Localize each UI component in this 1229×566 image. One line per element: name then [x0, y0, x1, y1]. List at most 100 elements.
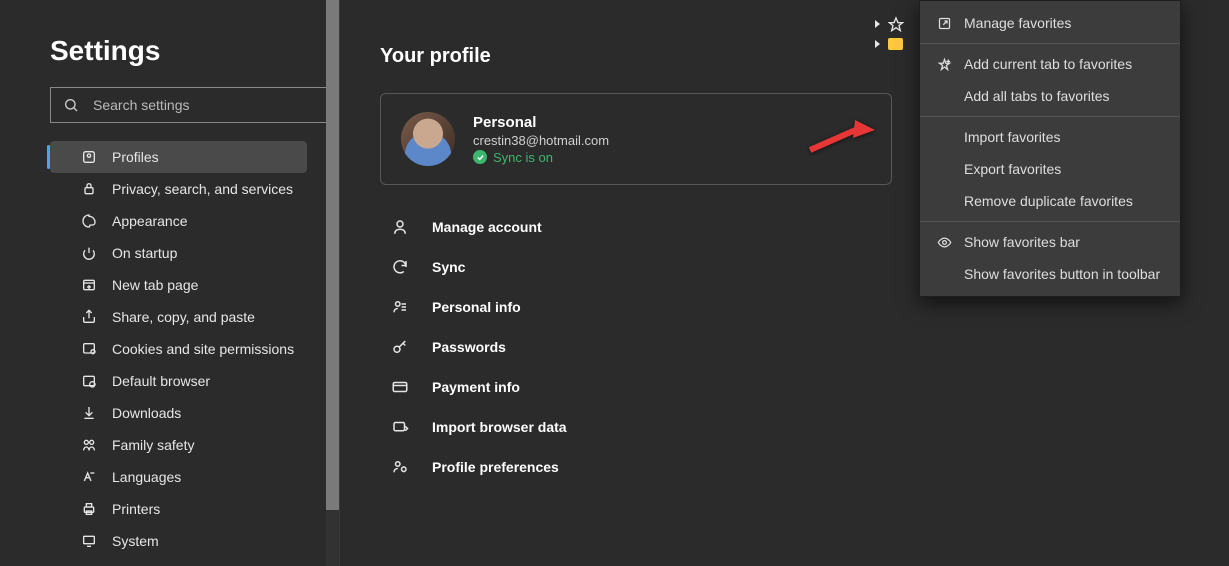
personal-info-icon: [390, 297, 410, 317]
prefs-icon: [390, 457, 410, 477]
appearance-icon: [80, 212, 98, 230]
sidebar-item-label: Appearance: [112, 213, 188, 229]
menu-separator: [920, 116, 1180, 117]
menu-add-current[interactable]: Add current tab to favorites: [920, 48, 1180, 80]
profile-icon: [80, 148, 98, 166]
newtab-icon: [80, 276, 98, 294]
sidebar-item-label: Cookies and site permissions: [112, 341, 294, 357]
open-icon: [934, 16, 954, 31]
app-root: Settings Profiles Privacy, search, and s…: [0, 0, 1229, 566]
star-plus-icon: [934, 57, 954, 72]
option-label: Payment info: [432, 379, 520, 395]
sidebar-item-newtab[interactable]: New tab page: [50, 269, 307, 301]
sidebar-item-reset[interactable]: Reset settings: [50, 557, 307, 566]
caret-right-icon: [875, 40, 880, 48]
profile-name: Personal: [473, 114, 609, 131]
menu-label: Export favorites: [964, 161, 1061, 177]
menu-show-button[interactable]: Show favorites button in toolbar: [920, 258, 1180, 290]
sidebar-item-downloads[interactable]: Downloads: [50, 397, 307, 429]
sidebar-item-profiles[interactable]: Profiles: [50, 141, 307, 173]
menu-show-bar[interactable]: Show favorites bar: [920, 226, 1180, 258]
cookies-icon: [80, 340, 98, 358]
star-icon: [888, 16, 904, 32]
menu-manage-favorites[interactable]: Manage favorites: [920, 7, 1180, 39]
sidebar-item-label: System: [112, 533, 159, 549]
sidebar-item-printers[interactable]: Printers: [50, 493, 307, 525]
folder-icon: [888, 38, 903, 50]
sidebar-item-label: Family safety: [112, 437, 194, 453]
page-title: Settings: [50, 35, 319, 67]
sidebar-scrollbar[interactable]: [326, 0, 339, 566]
account-icon: [390, 217, 410, 237]
scrollbar-thumb[interactable]: [326, 0, 339, 510]
menu-remove-duplicates[interactable]: Remove duplicate favorites: [920, 185, 1180, 217]
sidebar-item-label: Share, copy, and paste: [112, 309, 255, 325]
lock-icon: [80, 180, 98, 198]
sidebar-item-label: Default browser: [112, 373, 210, 389]
sidebar-item-system[interactable]: System: [50, 525, 307, 557]
import-icon: [390, 417, 410, 437]
sidebar-item-appearance[interactable]: Appearance: [50, 205, 307, 237]
menu-export-favorites[interactable]: Export favorites: [920, 153, 1180, 185]
menu-label: Add current tab to favorites: [964, 56, 1132, 72]
option-label: Personal info: [432, 299, 521, 315]
printer-icon: [80, 500, 98, 518]
sidebar-item-label: Privacy, search, and services: [112, 181, 293, 197]
annotation-arrow: [805, 110, 875, 160]
menu-label: Remove duplicate favorites: [964, 193, 1133, 209]
caret-right-icon: [875, 20, 880, 28]
option-label: Manage account: [432, 219, 542, 235]
menu-label: Show favorites button in toolbar: [964, 266, 1160, 282]
profile-email: crestin38@hotmail.com: [473, 133, 609, 148]
menu-add-all[interactable]: Add all tabs to favorites: [920, 80, 1180, 112]
option-passwords[interactable]: Passwords: [380, 327, 1189, 367]
menu-label: Import favorites: [964, 129, 1060, 145]
option-label: Sync: [432, 259, 465, 275]
option-label: Passwords: [432, 339, 506, 355]
search-input[interactable]: [91, 96, 320, 114]
key-icon: [390, 337, 410, 357]
search-box[interactable]: [50, 87, 333, 123]
sidebar-item-label: Printers: [112, 501, 160, 517]
check-circle-icon: [473, 150, 487, 164]
sync-status: Sync is on: [473, 150, 609, 165]
favorites-context-menu: Manage favorites Add current tab to favo…: [919, 0, 1181, 297]
sidebar-item-privacy[interactable]: Privacy, search, and services: [50, 173, 307, 205]
option-import[interactable]: Import browser data: [380, 407, 1189, 447]
favorites-panel: Manage favorites Add current tab to favo…: [867, 0, 1179, 50]
power-icon: [80, 244, 98, 262]
option-payment[interactable]: Payment info: [380, 367, 1189, 407]
eye-icon: [934, 235, 954, 250]
download-icon: [80, 404, 98, 422]
option-label: Import browser data: [432, 419, 567, 435]
sidebar-item-family[interactable]: Family safety: [50, 429, 307, 461]
sync-icon: [390, 257, 410, 277]
menu-label: Show favorites bar: [964, 234, 1080, 250]
sidebar-item-label: Downloads: [112, 405, 181, 421]
sidebar-item-default[interactable]: Default browser: [50, 365, 307, 397]
settings-sidebar: Settings Profiles Privacy, search, and s…: [0, 0, 340, 566]
menu-label: Manage favorites: [964, 15, 1071, 31]
share-icon: [80, 308, 98, 326]
system-icon: [80, 532, 98, 550]
sidebar-item-cookies[interactable]: Cookies and site permissions: [50, 333, 307, 365]
search-icon: [63, 97, 79, 113]
sidebar-item-label: Profiles: [112, 149, 159, 165]
menu-separator: [920, 221, 1180, 222]
option-prefs[interactable]: Profile preferences: [380, 447, 1189, 487]
default-browser-icon: [80, 372, 98, 390]
menu-import-favorites[interactable]: Import favorites: [920, 121, 1180, 153]
sidebar-item-label: Languages: [112, 469, 181, 485]
card-icon: [390, 377, 410, 397]
sidebar-item-label: New tab page: [112, 277, 198, 293]
sidebar-item-languages[interactable]: Languages: [50, 461, 307, 493]
family-icon: [80, 436, 98, 454]
menu-label: Add all tabs to favorites: [964, 88, 1110, 104]
avatar: [401, 112, 455, 166]
menu-separator: [920, 43, 1180, 44]
sidebar-item-share[interactable]: Share, copy, and paste: [50, 301, 307, 333]
sidebar-item-startup[interactable]: On startup: [50, 237, 307, 269]
sidebar-item-label: On startup: [112, 245, 177, 261]
option-label: Profile preferences: [432, 459, 559, 475]
languages-icon: [80, 468, 98, 486]
